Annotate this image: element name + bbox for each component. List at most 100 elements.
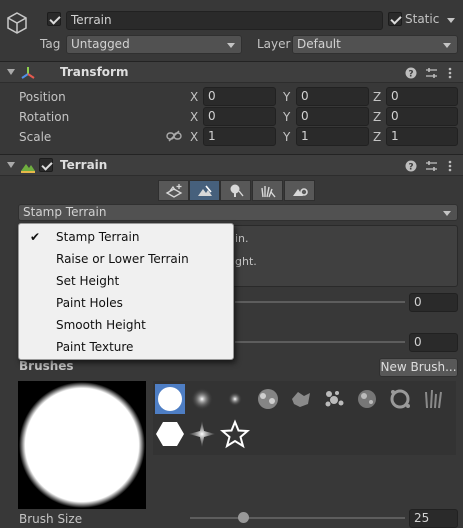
brush-hexagon[interactable]: [155, 419, 185, 449]
svg-text:?: ?: [408, 70, 413, 80]
brush-size-track[interactable]: [190, 517, 405, 519]
tag-dropdown[interactable]: Untagged: [66, 35, 242, 54]
static-checkbox[interactable]: [388, 12, 402, 26]
brush-ring[interactable]: [385, 384, 415, 414]
more-options-icon[interactable]: [448, 65, 452, 82]
svg-text:?: ?: [408, 163, 413, 173]
transform-header[interactable]: Transform ?: [0, 61, 463, 83]
paint-details-tool[interactable]: [252, 180, 283, 201]
rotation-y-label: Y: [283, 110, 291, 124]
menu-item[interactable]: Set Height: [19, 270, 233, 292]
help-icon[interactable]: ?: [405, 158, 417, 175]
brush-grass[interactable]: [418, 384, 448, 414]
menu-item-label: Smooth Height: [56, 318, 146, 332]
slider-2-value-field[interactable]: 0: [409, 333, 458, 352]
foldout-arrow-icon[interactable]: [7, 69, 15, 75]
create-neighbor-icon: [165, 184, 182, 198]
terrain-settings-icon: [292, 188, 308, 196]
menu-item[interactable]: ✔ Stamp Terrain: [19, 226, 233, 248]
terrain-title: Terrain: [60, 158, 108, 172]
terrain-header[interactable]: Terrain ?: [0, 154, 463, 176]
slider-2-track[interactable]: [235, 341, 405, 343]
position-y-field[interactable]: 0: [296, 87, 369, 106]
scale-x-label: X: [190, 130, 199, 144]
layer-label: Layer: [257, 37, 291, 51]
rotation-z-field[interactable]: 0: [386, 107, 458, 126]
paint-trees-tool[interactable]: [220, 180, 251, 201]
brush-hard-circle[interactable]: [155, 384, 185, 414]
presets-icon[interactable]: [425, 158, 438, 175]
position-z-field[interactable]: 0: [386, 87, 458, 106]
brush-preview: [18, 381, 146, 509]
help-text-line1: in.: [235, 232, 249, 245]
chevron-down-icon: [443, 211, 451, 216]
checkmark-icon: ✔: [30, 230, 41, 244]
brush-soft-small[interactable]: [220, 384, 250, 414]
transform-icon: [20, 65, 36, 81]
brush-noise-1[interactable]: [253, 384, 283, 414]
menu-item[interactable]: Paint Texture: [19, 336, 233, 358]
brush-size-thumb[interactable]: [238, 512, 250, 523]
slider-1-track[interactable]: [235, 301, 405, 303]
scale-y-field[interactable]: 1: [296, 127, 369, 146]
chevron-down-icon: [227, 43, 235, 48]
active-checkbox[interactable]: [47, 12, 61, 26]
brush-star[interactable]: [219, 419, 251, 449]
scale-y-label: Y: [283, 130, 291, 144]
static-dropdown-caret[interactable]: [444, 13, 458, 27]
scale-x-field[interactable]: 1: [203, 127, 276, 146]
scale-z-label: Z: [373, 130, 382, 144]
brush-splatter-1[interactable]: [319, 384, 349, 414]
static-label: Static: [405, 12, 440, 26]
terrain-settings-tool[interactable]: [284, 180, 315, 201]
brush-starburst[interactable]: [187, 419, 217, 449]
menu-item[interactable]: Smooth Height: [19, 314, 233, 336]
layer-dropdown-value: Default: [297, 37, 341, 51]
tag-dropdown-value: Untagged: [71, 37, 130, 51]
scale-label: Scale: [19, 130, 52, 144]
position-x-field[interactable]: 0: [203, 87, 276, 106]
paint-details-icon: [260, 186, 276, 198]
menu-item-label: Set Height: [56, 274, 120, 288]
more-options-icon[interactable]: [448, 158, 452, 175]
menu-item-label: Raise or Lower Terrain: [56, 252, 189, 266]
menu-item-label: Paint Holes: [56, 296, 123, 310]
terrain-tool-dropdown[interactable]: Stamp Terrain: [18, 204, 458, 221]
brush-size-value-field[interactable]: 25: [409, 509, 458, 528]
terrain-tool-dropdown-value: Stamp Terrain: [23, 205, 107, 219]
terrain-enabled-checkbox[interactable]: [39, 158, 53, 172]
gameobject-icon: [4, 10, 30, 36]
slider-1-value-field[interactable]: 0: [409, 293, 458, 312]
rotation-x-field[interactable]: 0: [203, 107, 276, 126]
rotation-z-label: Z: [373, 110, 382, 124]
help-icon[interactable]: ?: [405, 65, 417, 82]
menu-item-label: Stamp Terrain: [56, 230, 140, 244]
brush-soft-circle[interactable]: [187, 384, 217, 414]
terrain-tool-menu: ✔ Stamp Terrain Raise or Lower Terrain Set …: [18, 223, 234, 360]
menu-item-label: Paint Texture: [56, 340, 134, 354]
menu-item[interactable]: Paint Holes: [19, 292, 233, 314]
create-neighbor-terrains-tool[interactable]: [158, 180, 189, 201]
position-x-label: X: [190, 90, 199, 104]
rotation-y-field[interactable]: 0: [296, 107, 369, 126]
paint-terrain-tool[interactable]: [189, 180, 220, 201]
tag-label: Tag: [40, 37, 61, 51]
transform-title: Transform: [60, 65, 129, 79]
paint-terrain-icon: [197, 185, 212, 196]
brush-grid: [153, 381, 456, 455]
foldout-arrow-icon[interactable]: [7, 162, 15, 168]
brush-noise-2[interactable]: [286, 384, 316, 414]
layer-dropdown[interactable]: Default: [292, 35, 458, 54]
gameobject-name-field[interactable]: Terrain: [66, 11, 383, 30]
link-icon[interactable]: [166, 129, 182, 143]
new-brush-button[interactable]: New Brush...: [379, 358, 458, 377]
menu-item[interactable]: Raise or Lower Terrain: [19, 248, 233, 270]
position-y-label: Y: [283, 90, 291, 104]
presets-icon[interactable]: [425, 65, 438, 82]
help-text-line2: ght.: [235, 255, 257, 268]
paint-trees-icon: [230, 184, 244, 197]
brush-splatter-2[interactable]: [352, 384, 382, 414]
chevron-down-icon: [443, 43, 451, 48]
terrain-component-icon: [20, 158, 36, 174]
scale-z-field[interactable]: 1: [386, 127, 458, 146]
